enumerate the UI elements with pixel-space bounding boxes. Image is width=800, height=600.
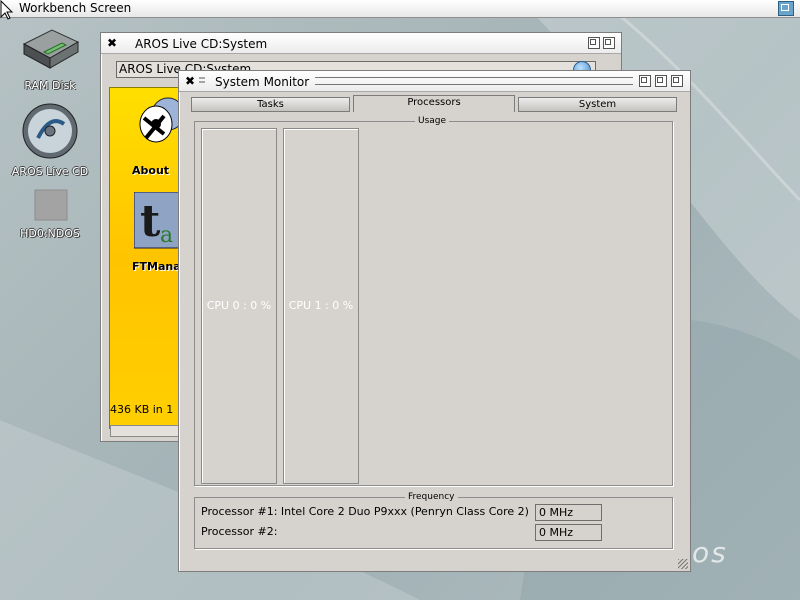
iconify-icon[interactable] (639, 75, 651, 87)
depth-icon[interactable] (671, 75, 683, 87)
aros-live-cd-label: AROS Live CD (11, 165, 89, 178)
screen-depth-button[interactable] (778, 1, 794, 16)
system-monitor-window: ✖ System Monitor Tasks Processors System… (178, 70, 691, 572)
frequency-group: Frequency Processor #1: Intel Core 2 Duo… (194, 492, 673, 549)
resize-grip[interactable] (678, 559, 688, 569)
aros-window-title: AROS Live CD:System (135, 37, 268, 51)
svg-text:a: a (160, 223, 173, 248)
title-drag-area[interactable] (315, 77, 633, 85)
depth-icon[interactable] (603, 37, 615, 49)
tab-system[interactable]: System (518, 97, 677, 112)
processor2-frequency: 0 MHz (535, 524, 602, 541)
sysmon-titlebar[interactable]: ✖ System Monitor (179, 71, 690, 92)
cpu0-usage-label: CPU 0 : 0 % (206, 299, 272, 312)
ram-disk-label: RAM Disk (24, 79, 76, 92)
screen-title: Workbench Screen (19, 1, 132, 15)
drawer-contents: About t a FTManag (109, 87, 183, 429)
zoom-icon[interactable] (655, 75, 667, 87)
aros-live-cd-icon[interactable]: AROS Live CD (5, 102, 95, 178)
about-label: About (132, 164, 170, 177)
usage-legend: Usage (415, 116, 450, 126)
mouse-pointer-icon (0, 0, 14, 20)
sysmon-title: System Monitor (215, 75, 310, 89)
close-icon[interactable]: ✖ (107, 36, 117, 50)
usage-group: Usage CPU 0 : 0 % CPU 1 : 0 % (194, 116, 673, 486)
tab-tasks[interactable]: Tasks (191, 97, 350, 112)
ftmanager-icon: t a (133, 191, 182, 249)
wallpaper-logo-text: os (692, 536, 728, 569)
hd0-icon[interactable]: HD0:NDOS (5, 188, 95, 240)
processor1-frequency: 0 MHz (535, 504, 602, 521)
hd0-label: HD0:NDOS (20, 227, 80, 240)
cpu1-usage-label: CPU 1 : 0 % (288, 299, 354, 312)
tab-bar: Tasks Processors System (191, 95, 677, 112)
processor1-label: Processor #1: Intel Core 2 Duo P9xxx (Pe… (201, 505, 529, 518)
close-icon[interactable]: ✖ (185, 74, 195, 88)
about-icon (139, 97, 182, 143)
screen-title-bar: Workbench Screen (0, 0, 800, 18)
cd-icon (22, 103, 78, 159)
zoom-icon[interactable] (588, 37, 600, 49)
hard-disk-icon (34, 189, 68, 221)
aros-window-titlebar[interactable]: ✖ AROS Live CD:System (101, 33, 621, 54)
drag-grip-icon (199, 77, 205, 83)
processor2-label: Processor #2: (201, 525, 278, 538)
ftmanager-label: FTManag (132, 260, 183, 273)
ram-disk-icon[interactable]: RAM Disk (5, 22, 95, 92)
drive-icon (22, 29, 80, 69)
frequency-legend: Frequency (405, 492, 458, 502)
cpu1-usage-graph: CPU 1 : 0 % (283, 128, 359, 484)
svg-text:t: t (140, 196, 161, 247)
tab-processors[interactable]: Processors (353, 95, 515, 112)
drawer-item-ftmanager[interactable]: t a FTManag (132, 191, 182, 273)
drawer-item-about[interactable]: About (132, 94, 182, 177)
cpu0-usage-graph: CPU 0 : 0 % (201, 128, 277, 484)
